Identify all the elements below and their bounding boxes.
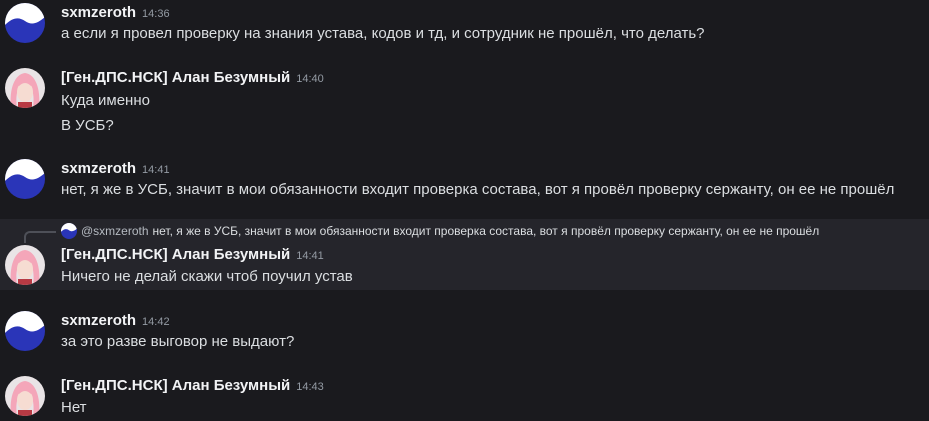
timestamp: 14:43: [296, 381, 324, 393]
user-avatar-alan[interactable]: [5, 376, 45, 416]
message-text: за это разве выговор не выдают?: [61, 333, 295, 350]
author-name[interactable]: sxmzeroth 14:41: [61, 160, 170, 177]
user-avatar-alan[interactable]: [5, 68, 45, 108]
timestamp: 14:42: [142, 316, 170, 328]
timestamp: 14:41: [296, 250, 324, 262]
message-text: Куда именно: [61, 92, 150, 109]
user-avatar-sxmzeroth[interactable]: [5, 311, 45, 351]
message-text: Нет: [61, 399, 87, 416]
timestamp: 14:41: [142, 164, 170, 176]
user-avatar-sxmzeroth[interactable]: [5, 3, 45, 43]
message-text: а если я провел проверку на знания устав…: [61, 25, 705, 42]
author-name[interactable]: [Ген.ДПС.НСК] Алан Безумный 14:43: [61, 377, 324, 394]
author-name[interactable]: [Ген.ДПС.НСК] Алан Безумный 14:40: [61, 69, 324, 86]
reply-preview-text: нет, я же в УСБ, значит в мои обязанност…: [152, 224, 820, 238]
author-name[interactable]: sxmzeroth 14:42: [61, 312, 170, 329]
user-avatar-alan[interactable]: [5, 245, 45, 285]
author-name[interactable]: [Ген.ДПС.НСК] Алан Безумный 14:41: [61, 246, 324, 263]
reply-mention[interactable]: @sxmzeroth: [81, 224, 149, 238]
reply-preview[interactable]: @sxmzeroth нет, я же в УСБ, значит в мои …: [81, 224, 819, 238]
user-avatar-sxmzeroth[interactable]: [5, 159, 45, 199]
reply-connector: [24, 231, 56, 243]
author-name[interactable]: sxmzeroth 14:36: [61, 4, 170, 21]
timestamp: 14:36: [142, 8, 170, 20]
message-text: нет, я же в УСБ, значит в мои обязанност…: [61, 181, 895, 198]
message-text: Ничего не делай скажи чтоб поучил устав: [61, 268, 353, 285]
reply-avatar[interactable]: [61, 223, 77, 239]
timestamp: 14:40: [296, 73, 324, 85]
message-text: В УСБ?: [61, 117, 114, 134]
